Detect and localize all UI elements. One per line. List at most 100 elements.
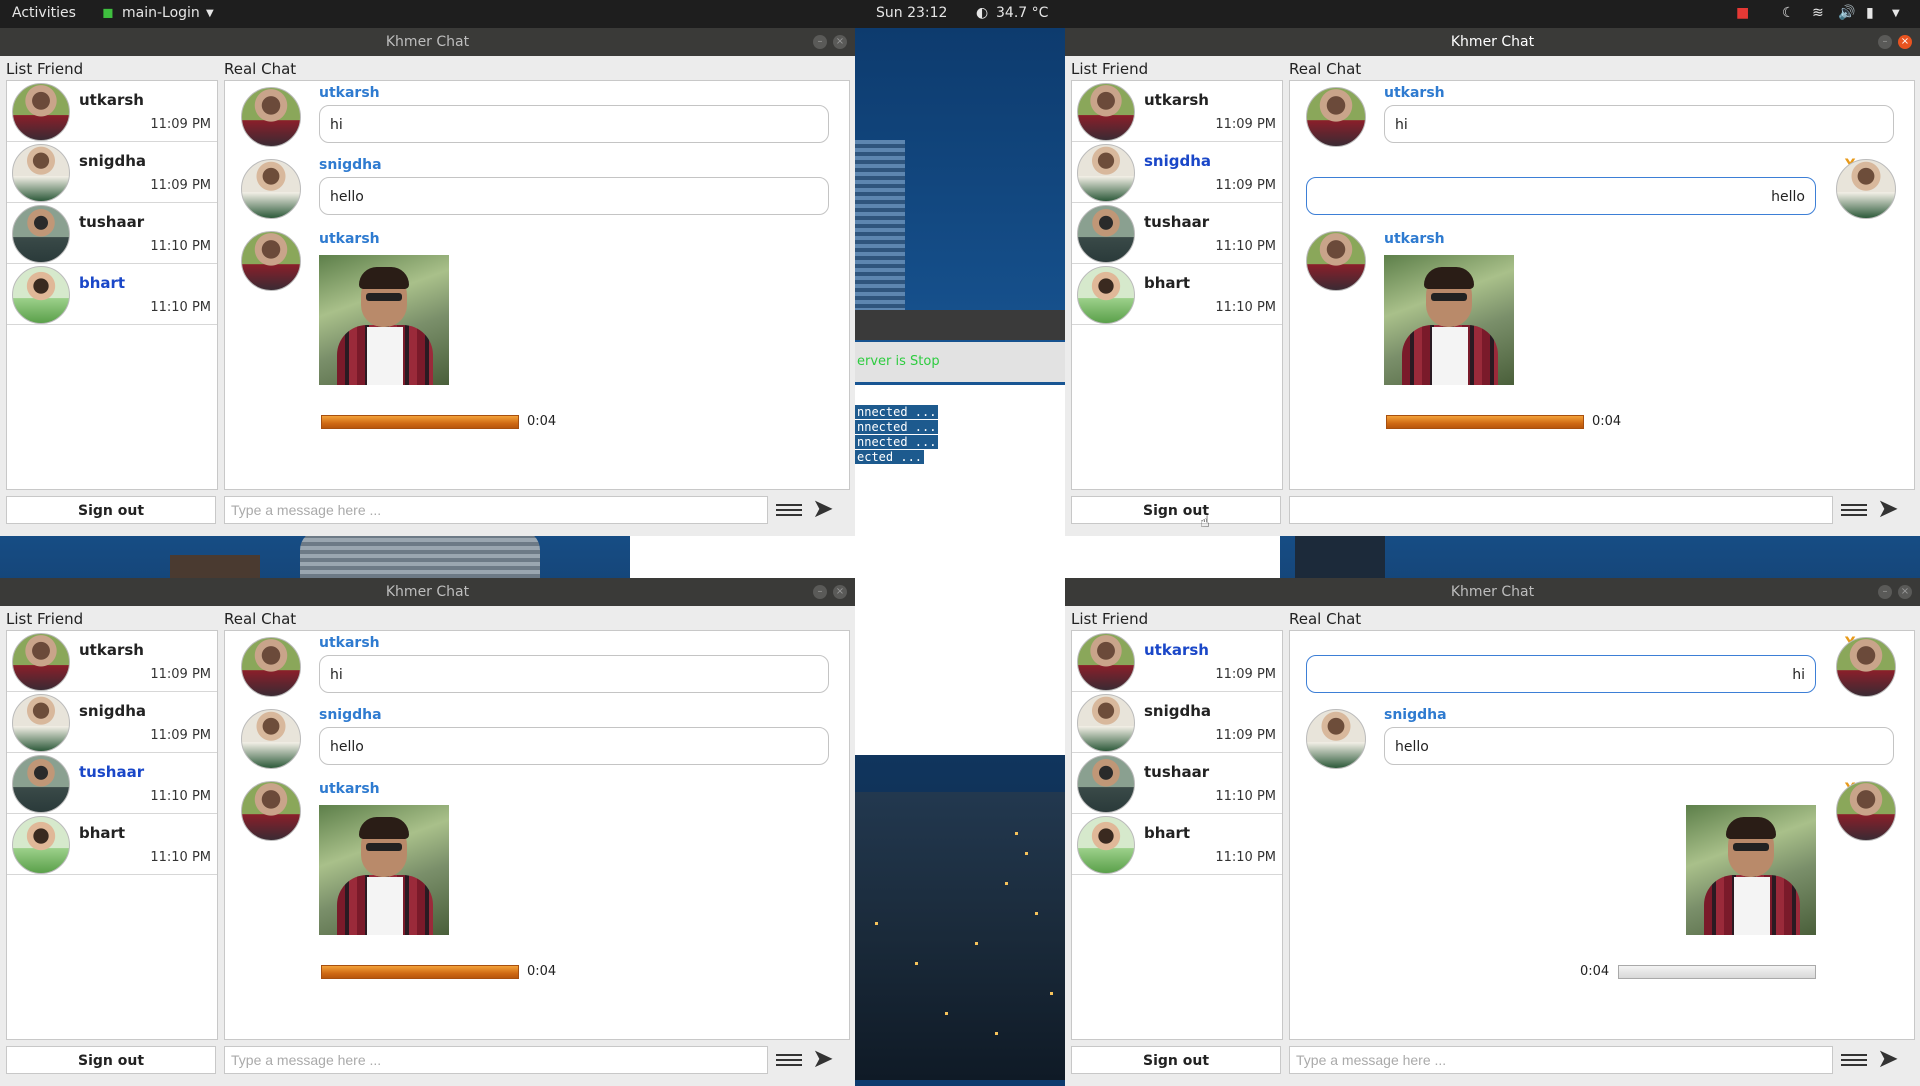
audio-progress-bar[interactable] xyxy=(1386,415,1584,429)
close-icon[interactable]: × xyxy=(833,585,847,599)
friend-list: utkarsh 11:09 PM snigdha 11:09 PM tushaa… xyxy=(6,80,218,490)
window-titlebar[interactable]: Khmer Chat – × xyxy=(1065,578,1920,606)
real-chat-label: Real Chat xyxy=(224,610,297,628)
friend-time: 11:09 PM xyxy=(1215,667,1276,682)
friend-name: tushaar xyxy=(79,763,145,781)
photo-message[interactable] xyxy=(1686,805,1816,935)
window-titlebar[interactable]: Khmer Chat – × xyxy=(1065,28,1920,56)
photo-message[interactable] xyxy=(1384,255,1514,385)
photo-message[interactable] xyxy=(319,255,449,385)
menu-icon[interactable] xyxy=(1841,501,1867,519)
chat-area: You hi snigdha hello You 0:04 xyxy=(1289,630,1915,1040)
audio-progress-bar[interactable] xyxy=(1618,965,1816,979)
wifi-icon[interactable]: ≋ xyxy=(1812,5,1824,21)
friend-time: 11:10 PM xyxy=(150,239,211,254)
avatar xyxy=(12,755,70,813)
friend-item-snigdha[interactable]: snigdha 11:09 PM xyxy=(7,692,217,753)
friend-item-tushaar[interactable]: tushaar 11:10 PM xyxy=(7,753,217,814)
menu-icon[interactable] xyxy=(1841,1051,1867,1069)
audio-time: 0:04 xyxy=(527,964,557,979)
minimize-icon[interactable]: – xyxy=(1878,35,1892,49)
friend-item-tushaar[interactable]: tushaar 11:10 PM xyxy=(1072,753,1282,814)
avatar xyxy=(1077,816,1135,874)
friend-item-bhart[interactable]: bhart 11:10 PM xyxy=(1072,264,1282,325)
friend-item-bhart[interactable]: bhart 11:10 PM xyxy=(7,264,217,325)
top-bar: Activities ◼ main-Login ▼ Sun 23:12 ◐ 34… xyxy=(0,0,1920,28)
message-input[interactable] xyxy=(224,1046,768,1074)
minimize-icon[interactable]: – xyxy=(1878,585,1892,599)
close-icon[interactable]: × xyxy=(1898,585,1912,599)
sign-out-button[interactable]: Sign out xyxy=(1071,496,1281,524)
message-bubble: hello xyxy=(319,177,829,215)
chevron-down-icon[interactable]: ▼ xyxy=(206,8,214,19)
friend-item-snigdha[interactable]: snigdha 11:09 PM xyxy=(7,142,217,203)
friend-name: tushaar xyxy=(1144,213,1210,231)
menu-icon[interactable] xyxy=(776,1051,802,1069)
close-icon[interactable]: × xyxy=(833,35,847,49)
avatar xyxy=(12,816,70,874)
friend-item-tushaar[interactable]: tushaar 11:10 PM xyxy=(7,203,217,264)
system-menu-icon[interactable]: ▼ xyxy=(1892,8,1900,19)
weather[interactable]: 34.7 °C xyxy=(996,5,1048,21)
message-sender: utkarsh xyxy=(1384,231,1445,247)
audio-time: 0:04 xyxy=(1580,964,1610,979)
friend-item-utkarsh[interactable]: utkarsh 11:09 PM xyxy=(1072,81,1282,142)
friend-item-utkarsh[interactable]: utkarsh 11:09 PM xyxy=(1072,631,1282,692)
friend-item-snigdha[interactable]: snigdha 11:09 PM xyxy=(1072,142,1282,203)
avatar xyxy=(1836,637,1896,697)
audio-progress-bar[interactable] xyxy=(321,965,519,979)
message-bubble: hi xyxy=(1384,105,1894,143)
avatar xyxy=(241,159,301,219)
minimize-icon[interactable]: – xyxy=(813,585,827,599)
friend-item-tushaar[interactable]: tushaar 11:10 PM xyxy=(1072,203,1282,264)
send-icon[interactable]: ➤ xyxy=(1877,496,1905,522)
message-bubble: hi xyxy=(319,655,829,693)
friend-item-bhart[interactable]: bhart 11:10 PM xyxy=(7,814,217,875)
mouse-cursor: ☝ xyxy=(1200,512,1210,531)
message-input[interactable] xyxy=(1289,496,1833,524)
friend-time: 11:09 PM xyxy=(150,728,211,743)
friend-time: 11:09 PM xyxy=(150,178,211,193)
avatar xyxy=(12,205,70,263)
list-friend-label: List Friend xyxy=(1071,610,1149,628)
record-icon[interactable]: ■ xyxy=(1736,5,1749,21)
server-window-body xyxy=(1065,530,1280,578)
friend-item-utkarsh[interactable]: utkarsh 11:09 PM xyxy=(7,81,217,142)
activities-button[interactable]: Activities xyxy=(12,5,76,21)
app-icon: ◼ xyxy=(102,5,114,21)
close-icon[interactable]: × xyxy=(1898,35,1912,49)
sign-out-button[interactable]: Sign out xyxy=(1071,1046,1281,1074)
window-titlebar[interactable]: Khmer Chat – × xyxy=(0,28,855,56)
friend-time: 11:10 PM xyxy=(150,850,211,865)
friend-item-snigdha[interactable]: snigdha 11:09 PM xyxy=(1072,692,1282,753)
send-icon[interactable]: ➤ xyxy=(812,496,840,522)
chat-window-bottom-right: Khmer Chat – × List Friend Real Chat utk… xyxy=(1065,578,1920,1086)
window-titlebar[interactable]: Khmer Chat – × xyxy=(0,578,855,606)
clock[interactable]: Sun 23:12 xyxy=(876,5,947,21)
audio-progress-bar[interactable] xyxy=(321,415,519,429)
photo-message[interactable] xyxy=(319,805,449,935)
minimize-icon[interactable]: – xyxy=(813,35,827,49)
message-bubble: hello xyxy=(319,727,829,765)
send-icon[interactable]: ➤ xyxy=(1877,1046,1905,1072)
sign-out-button[interactable]: Sign out xyxy=(6,1046,216,1074)
send-icon[interactable]: ➤ xyxy=(812,1046,840,1072)
list-friend-label: List Friend xyxy=(6,60,84,78)
avatar xyxy=(1306,709,1366,769)
message-sender: utkarsh xyxy=(319,635,380,651)
volume-icon[interactable]: 🔊 xyxy=(1838,5,1855,21)
sign-out-button[interactable]: Sign out xyxy=(6,496,216,524)
menu-icon[interactable] xyxy=(776,501,802,519)
app-menu[interactable]: main-Login xyxy=(122,5,200,21)
friend-item-bhart[interactable]: bhart 11:10 PM xyxy=(1072,814,1282,875)
friend-name: tushaar xyxy=(1144,763,1210,781)
battery-icon[interactable]: ▮ xyxy=(1866,5,1874,21)
night-light-icon[interactable]: ☾ xyxy=(1782,5,1795,21)
friend-time: 11:10 PM xyxy=(1215,789,1276,804)
friend-time: 11:10 PM xyxy=(1215,239,1276,254)
message-input[interactable] xyxy=(224,496,768,524)
friend-time: 11:10 PM xyxy=(150,789,211,804)
friend-item-utkarsh[interactable]: utkarsh 11:09 PM xyxy=(7,631,217,692)
friend-name: snigdha xyxy=(1144,702,1212,720)
message-input[interactable] xyxy=(1289,1046,1833,1074)
